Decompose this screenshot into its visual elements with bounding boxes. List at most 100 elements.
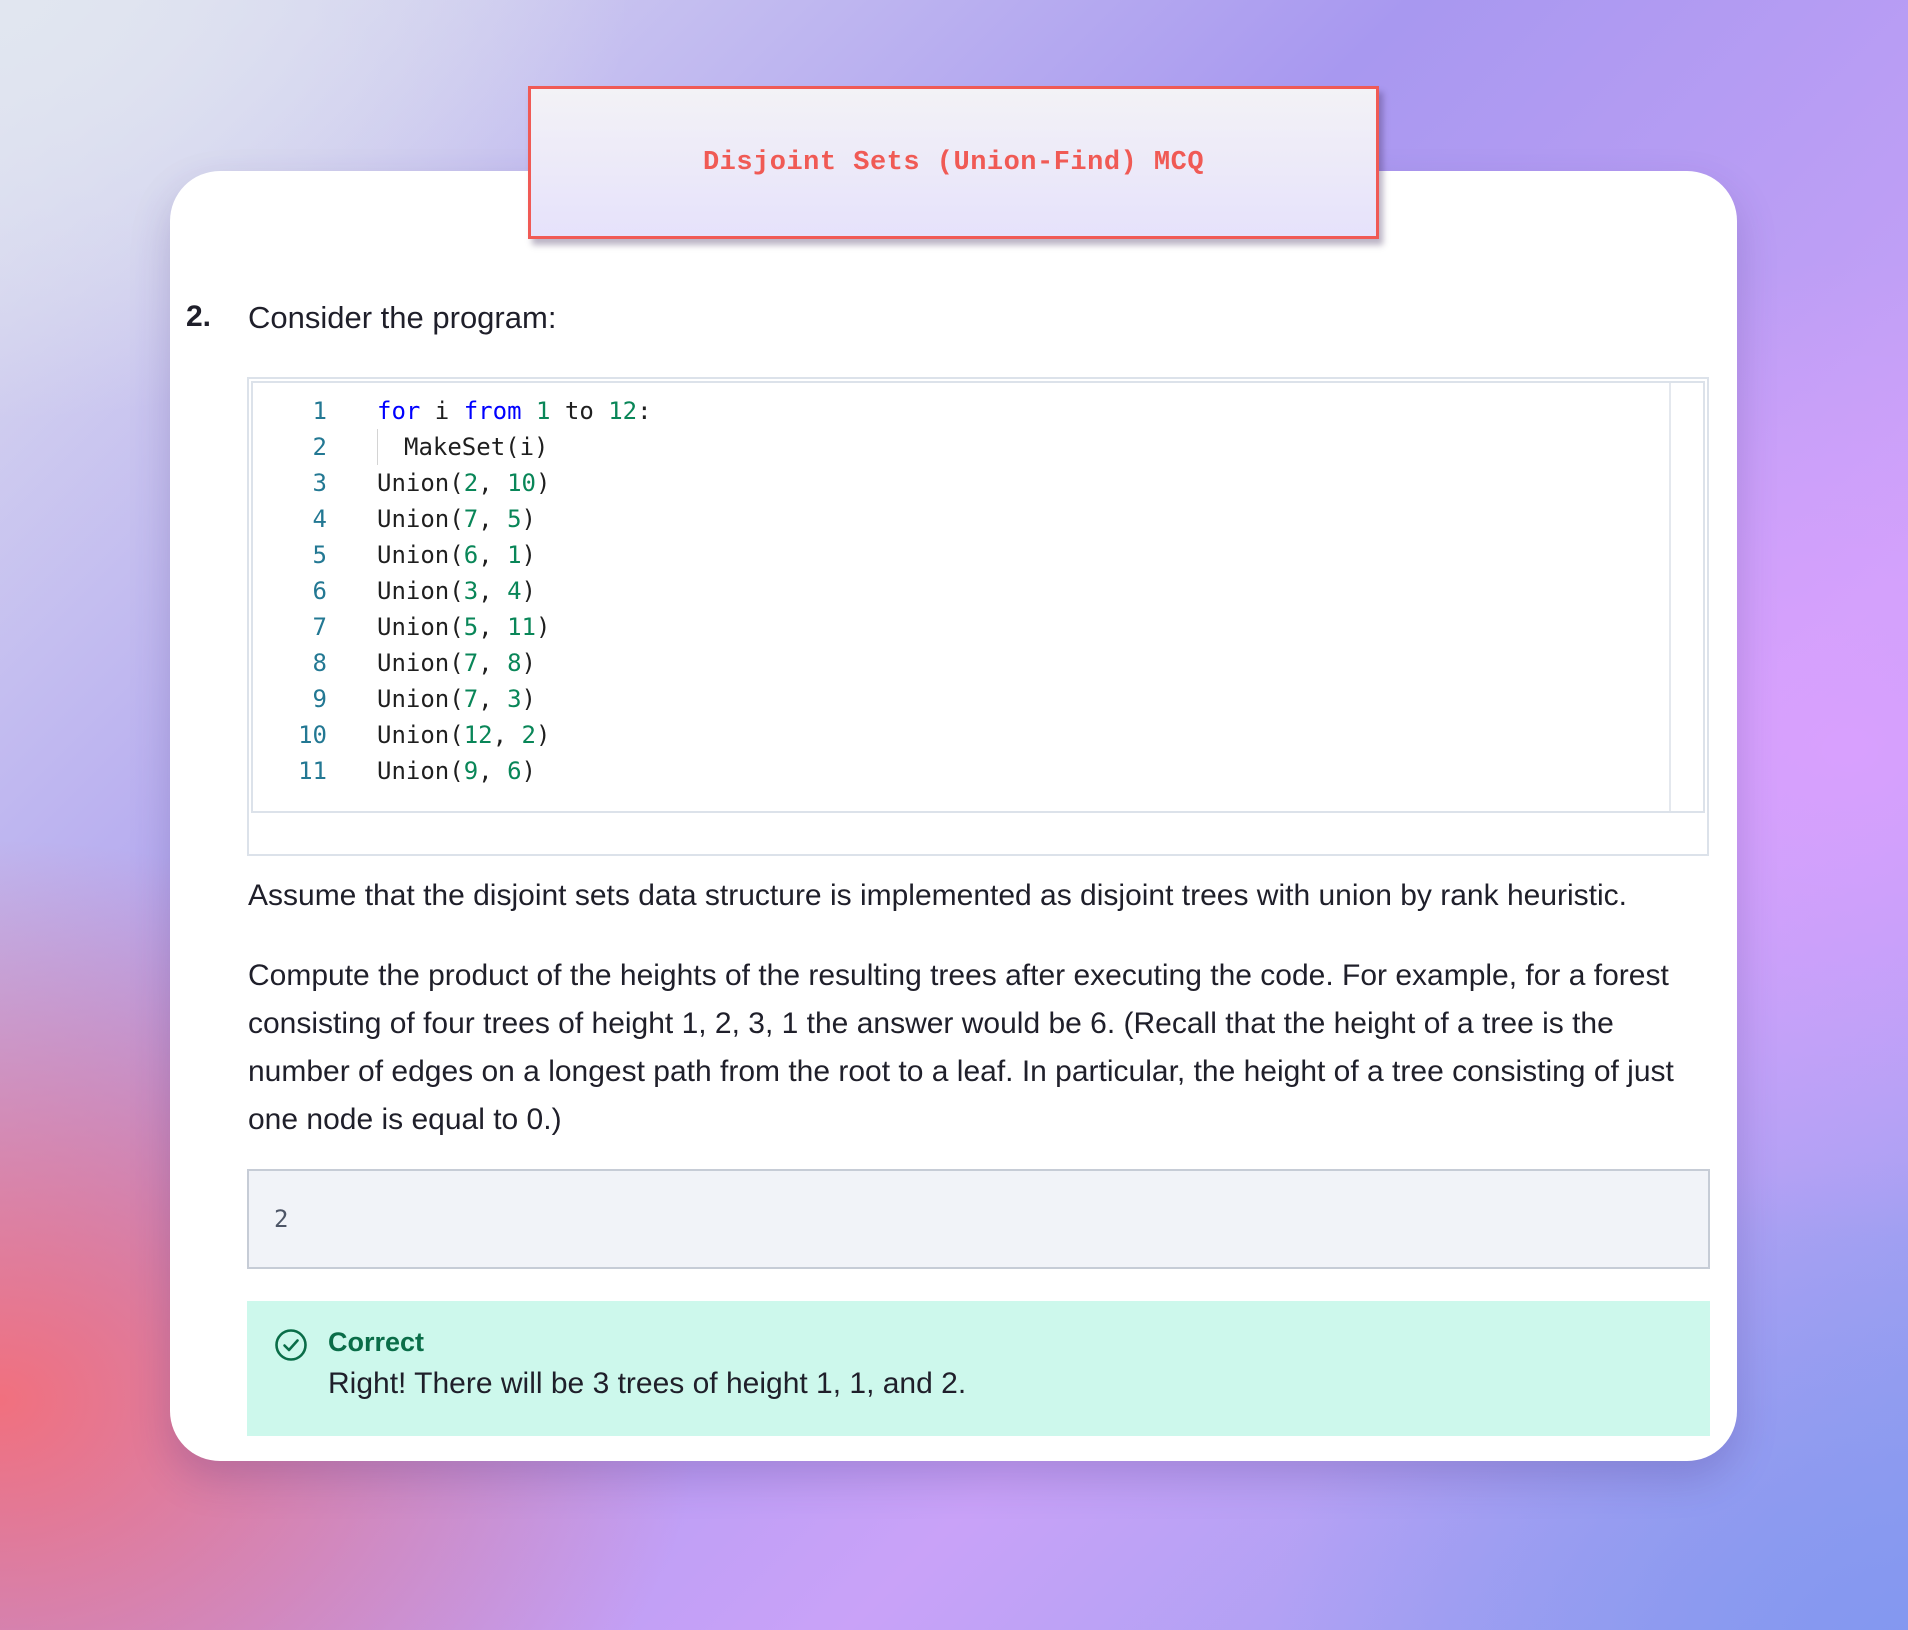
code-number: 5 [463, 613, 479, 641]
code-line: 1 for i from 1 to 12: [253, 393, 1703, 429]
code-view[interactable]: 1 for i from 1 to 12: 2 MakeSet(i) 3 Union(2,… [251, 381, 1705, 813]
code-number: 3 [507, 685, 522, 713]
code-token: Union( [377, 541, 464, 569]
line-number: 5 [312, 541, 327, 569]
code-text: Union(9, 6) [377, 753, 536, 789]
answer-value: 2 [274, 1205, 289, 1233]
code-token: ) [521, 757, 536, 785]
line-number: 4 [312, 505, 327, 533]
code-token: Union( [377, 613, 464, 641]
code-line: 8 Union(7, 8) [253, 645, 1703, 681]
page-title: Disjoint Sets (Union-Find) MCQ [702, 147, 1205, 178]
code-number: 7 [463, 649, 479, 677]
check-circle-icon [275, 1329, 307, 1361]
question-number: 2. [186, 300, 212, 333]
code-token: , [478, 541, 508, 569]
code-editor: 1 for i from 1 to 12: 2 MakeSet(i) 3 Union(2,… [247, 377, 1709, 856]
code-token: , [478, 613, 508, 641]
code-keyword: from [463, 397, 522, 425]
indent-guide [377, 429, 378, 465]
code-token: ) [535, 721, 551, 749]
code-token: ) [535, 469, 551, 497]
code-number: 7 [463, 505, 479, 533]
code-number: 2 [463, 469, 479, 497]
code-number: 10 [507, 469, 536, 497]
code-number: 1 [507, 541, 522, 569]
code-token: Union( [377, 721, 464, 749]
code-token: , [478, 685, 508, 713]
code-token: Union( [377, 649, 464, 677]
code-token: to [550, 397, 609, 425]
code-text: for i from 1 to 12: [377, 393, 652, 429]
line-number: 7 [312, 613, 327, 641]
line-number: 9 [312, 685, 327, 713]
line-number: 1 [312, 397, 327, 425]
title-banner: Disjoint Sets (Union-Find) MCQ [528, 86, 1379, 239]
code-text: Union(7, 8) [377, 645, 536, 681]
code-number: 3 [463, 577, 479, 605]
code-number: 12 [463, 721, 493, 749]
code-line: 3 Union(2, 10) [253, 465, 1703, 501]
code-token: ) [521, 577, 536, 605]
code-line: 6 Union(3, 4) [253, 573, 1703, 609]
code-text: Union(2, 10) [377, 465, 550, 501]
code-token: ) [535, 613, 551, 641]
code-number: 6 [507, 757, 522, 785]
code-line: 5 Union(6, 1) [253, 537, 1703, 573]
code-token: , [478, 469, 508, 497]
answer-field[interactable]: 2 [247, 1169, 1710, 1269]
code-line: 9 Union(7, 3) [253, 681, 1703, 717]
code-number: 2 [521, 721, 536, 749]
code-token: Union( [377, 685, 464, 713]
code-token: ) [521, 685, 536, 713]
code-token: i [420, 397, 464, 425]
code-token: ) [521, 541, 536, 569]
assumption-text: Assume that the disjoint sets data struc… [248, 879, 1627, 912]
code-line: 10 Union(12, 2) [253, 717, 1703, 753]
code-token: , [478, 505, 508, 533]
code-text: Union(7, 5) [377, 501, 536, 537]
code-number: 7 [463, 685, 479, 713]
code-token: ) [521, 649, 536, 677]
code-token: MakeSet(i) [404, 433, 549, 461]
feedback-panel: Correct Right! There will be 3 trees of … [247, 1301, 1710, 1436]
feedback-status: Correct [328, 1327, 425, 1357]
code-number: 5 [507, 505, 522, 533]
code-number: 12 [608, 397, 638, 425]
code-number: 9 [463, 757, 479, 785]
line-number: 11 [298, 757, 327, 785]
code-number: 6 [463, 541, 479, 569]
code-token: Union( [377, 757, 464, 785]
line-number: 2 [312, 433, 327, 461]
feedback-message: Right! There will be 3 trees of height 1… [328, 1367, 967, 1400]
code-keyword: for [377, 397, 421, 425]
code-text: Union(5, 11) [377, 609, 550, 645]
code-line: 4 Union(7, 5) [253, 501, 1703, 537]
code-token: , [478, 649, 508, 677]
code-text: Union(7, 3) [377, 681, 536, 717]
code-line: 2 MakeSet(i) [253, 429, 1703, 465]
instructions-text: Compute the product of the heights of th… [248, 959, 1674, 1136]
code-token: Union( [377, 577, 464, 605]
code-line: 7 Union(5, 11) [253, 609, 1703, 645]
line-number: 10 [298, 721, 327, 749]
code-number: 1 [535, 397, 551, 425]
code-number: 8 [507, 649, 522, 677]
code-token: , [478, 757, 508, 785]
code-text: Union(12, 2) [377, 717, 550, 753]
code-number: 11 [507, 613, 536, 641]
line-number: 3 [312, 469, 327, 497]
question-prompt: Consider the program: [248, 300, 557, 335]
code-token: , [478, 577, 508, 605]
code-text: Union(6, 1) [377, 537, 536, 573]
code-number: 4 [507, 577, 522, 605]
code-token: Union( [377, 505, 464, 533]
code-token: , [492, 721, 522, 749]
code-line: 11 Union(9, 6) [253, 753, 1703, 789]
code-text: Union(3, 4) [377, 573, 536, 609]
code-token: : [637, 397, 652, 425]
code-token: Union( [377, 469, 464, 497]
code-token: ) [521, 505, 536, 533]
line-number: 6 [312, 577, 327, 605]
